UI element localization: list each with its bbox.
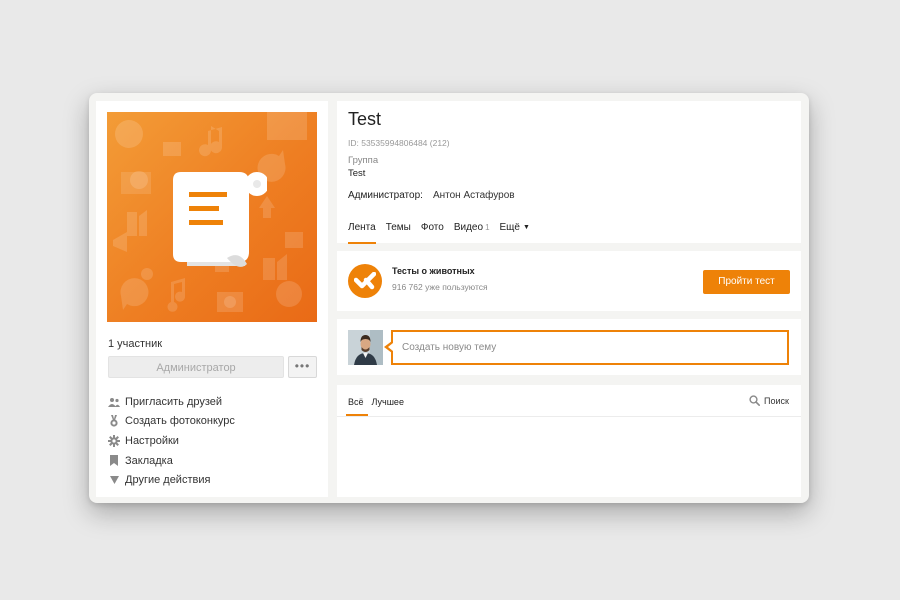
action-label: Пригласить друзей (125, 395, 223, 408)
tab-label: Видео (453, 222, 484, 233)
take-test-button[interactable]: Пройти тест (703, 270, 790, 294)
search-icon (749, 395, 761, 406)
scroll-icon (173, 172, 267, 267)
tab-label: Лента (348, 222, 376, 233)
action-create-photo-contest[interactable]: Создать фотоконкурс (108, 412, 235, 432)
tab-more[interactable]: Ещё ▼ (500, 222, 530, 233)
tab-feed[interactable]: Лента (348, 222, 376, 244)
group-type-value: Test (348, 168, 366, 179)
administrator-line: Администратор: Антон Астафуров (348, 190, 515, 201)
group-id: ID: 53535994806484 (212) (348, 138, 450, 148)
action-other[interactable]: Другие действия (108, 470, 235, 490)
member-count[interactable]: 1 участник (108, 338, 162, 350)
administrator-name-link[interactable]: Антон Астафуров (433, 190, 515, 201)
group-tabs: Лента Темы Фото Видео 1 Ещё ▼ (348, 222, 540, 244)
group-header: Test ID: 53535994806484 (212) Группа Tes… (337, 101, 801, 244)
group-sidebar: 1 участник Администратор ••• Пригласить … (96, 101, 328, 497)
quiz-app-title[interactable]: Тесты о животных (392, 266, 475, 276)
tab-video[interactable]: Видео 1 (454, 222, 490, 233)
action-settings[interactable]: Настройки (108, 431, 235, 451)
action-label: Настройки (125, 434, 179, 447)
group-type-label: Группа (348, 155, 379, 166)
group-cover-image[interactable] (107, 112, 317, 322)
action-label: Закладка (125, 454, 173, 467)
tab-photos[interactable]: Фото (421, 222, 444, 233)
medal-icon (108, 415, 120, 427)
feed-filter-tabs: Всё Лучшее (346, 397, 412, 416)
create-topic-input[interactable]: Создать новую тему (391, 330, 789, 365)
group-actions-list: Пригласить друзей Создать фотоконкурс На… (108, 392, 235, 490)
action-bookmark[interactable]: Закладка (108, 451, 235, 471)
feed-divider (337, 416, 801, 417)
feed-tab-best[interactable]: Лучшее (372, 397, 404, 407)
feed-search-button[interactable]: Поиск (749, 395, 789, 406)
compose-topic-card: Создать новую тему (337, 319, 801, 375)
tab-topics[interactable]: Темы (386, 222, 411, 233)
action-label: Другие действия (125, 474, 211, 487)
quiz-app-card: Тесты о животных 916 762 уже пользуются … (337, 251, 801, 311)
tab-label: Темы (385, 222, 411, 233)
tab-label: Фото (420, 222, 444, 233)
action-invite-friends[interactable]: Пригласить друзей (108, 392, 235, 412)
quiz-app-logo-icon[interactable] (348, 264, 382, 298)
tab-label: Ещё (499, 222, 520, 233)
people-icon (108, 396, 120, 408)
triangle-down-icon (108, 474, 120, 486)
page-title: Test (348, 109, 382, 129)
action-label: Создать фотоконкурс (125, 415, 235, 428)
administrator-button[interactable]: Администратор (108, 356, 284, 378)
app-window: 1 участник Администратор ••• Пригласить … (89, 93, 809, 503)
feed-search-label: Поиск (764, 395, 789, 406)
feed-card: Всё Лучшее Поиск (337, 385, 801, 497)
bookmark-icon (108, 455, 120, 467)
administrator-label: Администратор: (348, 190, 423, 201)
triangle-down-icon: ▼ (522, 224, 530, 231)
more-options-button[interactable]: ••• (288, 356, 317, 378)
compose-pointer-inner (388, 343, 393, 351)
gear-icon (108, 434, 120, 447)
feed-tab-all[interactable]: Всё (346, 397, 367, 416)
tab-count: 1 (485, 223, 490, 232)
quiz-app-users: 916 762 уже пользуются (392, 282, 488, 292)
avatar[interactable] (348, 330, 383, 365)
